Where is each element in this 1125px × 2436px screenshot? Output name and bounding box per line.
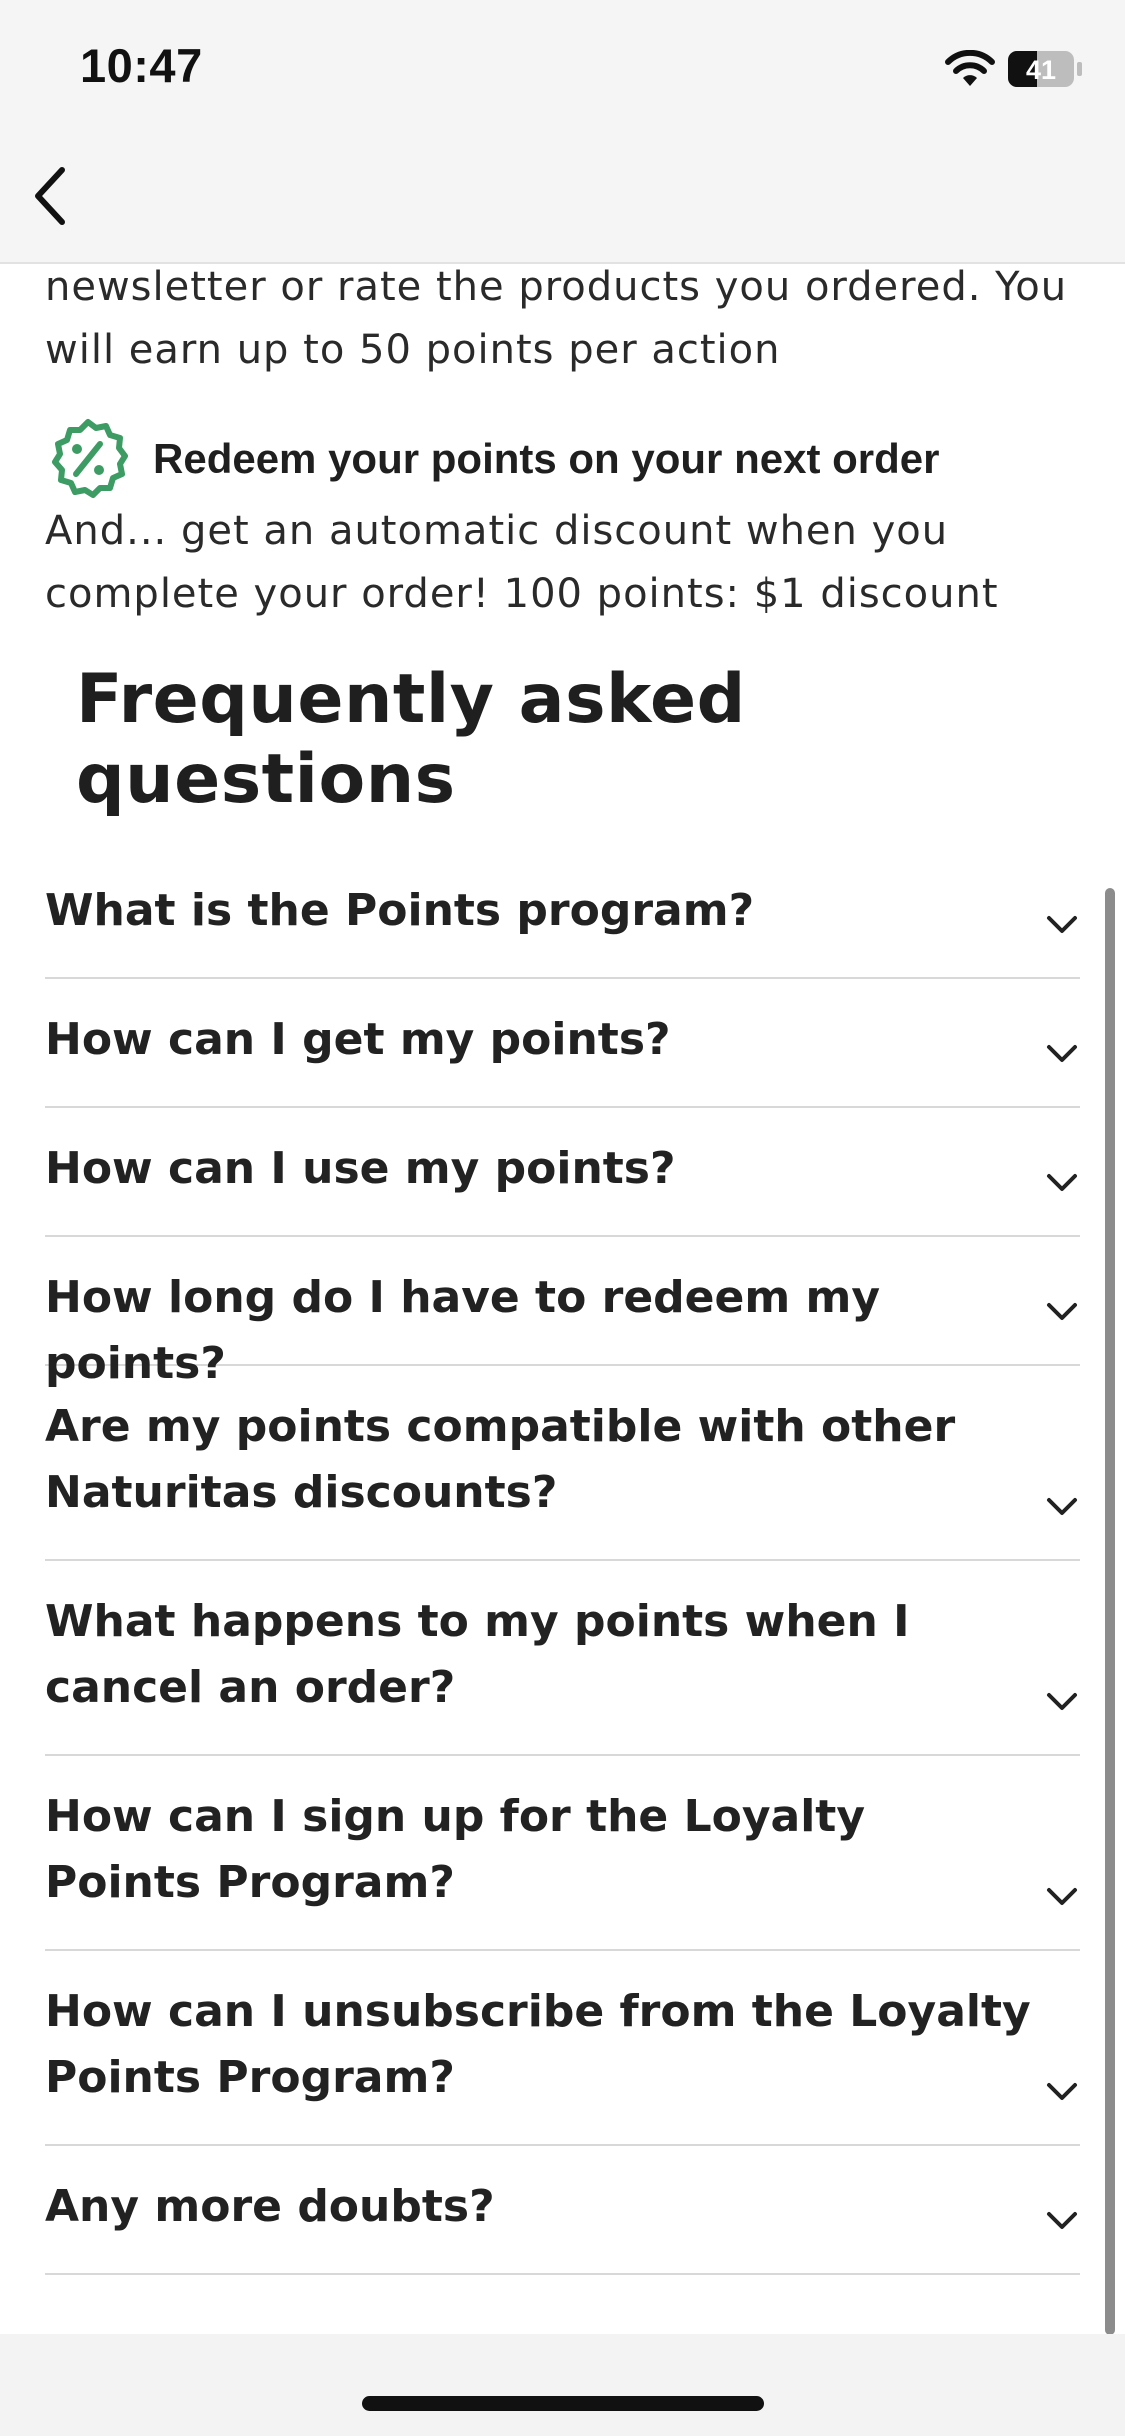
home-indicator[interactable] [362,2396,764,2411]
faq-question: How can I sign up for the Loyalty Points… [45,1791,866,1908]
faq-list: What is the Points program? How can I ge… [45,850,1080,2275]
back-button[interactable] [18,160,82,232]
chevron-down-icon [1047,1303,1077,1320]
faq-item[interactable]: Any more doubts? [45,2146,1080,2275]
top-bar: 10:47 41 [0,0,1125,264]
chevron-down-icon [1047,1888,1077,1905]
chevron-down-icon [1047,2212,1077,2229]
faq-item[interactable]: How can I use my points? [45,1108,1080,1237]
faq-question: What happens to my points when I cancel … [45,1596,910,1713]
scrollbar[interactable] [1105,888,1115,2335]
chevron-down-icon [1047,1498,1077,1515]
faq-item[interactable]: How long do I have to redeem my points? [45,1237,1080,1389]
faq-item[interactable]: How can I sign up for the Loyalty Points… [45,1756,1080,1951]
chevron-down-icon [1047,1174,1077,1191]
redeem-heading: Redeem your points on your next order [153,435,940,482]
faq-question: How can I get my points? [45,1014,671,1065]
faq-question: What is the Points program? [45,885,755,936]
chevron-down-icon [1047,916,1077,933]
faq-item[interactable]: What is the Points program? [45,850,1080,979]
chevron-left-icon [35,167,65,225]
faq-item[interactable]: How can I unsubscribe from the Loyalty P… [45,1951,1080,2146]
status-time: 10:47 [80,39,203,92]
content-area[interactable]: newsletter or rate the products you orde… [0,264,1125,2334]
chevron-down-icon [1047,1045,1077,1062]
faq-question: Any more doubts? [45,2181,495,2232]
chevron-down-icon [1047,1693,1077,1710]
faq-item[interactable]: Are my points compatible with other Natu… [45,1366,1080,1561]
chevron-down-icon [1047,2083,1077,2100]
bottom-bar [0,2334,1125,2436]
faq-item[interactable]: What happens to my points when I cancel … [45,1561,1080,1756]
percent-badge-icon [52,419,128,498]
wifi-icon [945,50,995,86]
faq-title: Frequently asked questions [76,660,746,819]
intro-text: newsletter or rate the products you orde… [45,264,1068,373]
faq-question: How can I unsubscribe from the Loyalty P… [45,1986,1031,2103]
battery-level: 41 [1026,55,1056,85]
redeem-row: Redeem your points on your next order [45,416,939,502]
faq-question: Are my points compatible with other Natu… [45,1401,956,1518]
faq-question: How can I use my points? [45,1143,676,1194]
redeem-text: And... get an automatic discount when yo… [45,508,999,617]
faq-item[interactable]: How can I get my points? [45,979,1080,1108]
battery-icon: 41 [1008,51,1082,87]
